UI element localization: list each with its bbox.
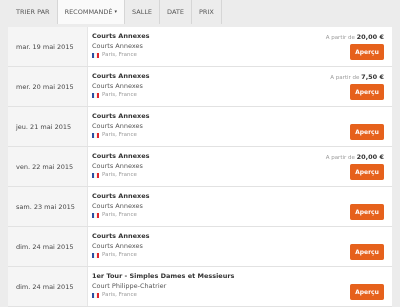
sort-label: TRIER PAR — [8, 0, 58, 24]
event-location: Paris, France — [92, 171, 392, 181]
flag-fr-icon — [92, 293, 99, 299]
flag-fr-icon — [92, 53, 99, 59]
sort-bar: TRIER PAR RECOMMANDÉ ▾ SALLE DATE PRIX — [8, 0, 392, 24]
flag-fr-icon — [92, 213, 99, 219]
event-location: Paris, France — [92, 91, 392, 101]
event-date: jeu. 21 mai 2015 — [8, 107, 88, 146]
event-location-text: Paris, France — [102, 52, 137, 58]
event-location-text: Paris, France — [102, 92, 137, 98]
list-item[interactable]: dim. 24 mai 2015 Courts Annexes Courts A… — [8, 227, 392, 267]
apercu-button[interactable]: Aperçu — [350, 164, 384, 180]
event-title[interactable]: Courts Annexes — [92, 232, 392, 242]
event-title[interactable]: Courts Annexes — [92, 112, 392, 122]
sort-salle[interactable]: SALLE — [125, 0, 161, 24]
list-item[interactable]: sam. 23 mai 2015 Courts Annexes Courts A… — [8, 187, 392, 227]
list-item[interactable]: ven. 22 mai 2015 Courts Annexes Courts A… — [8, 147, 392, 187]
list-item[interactable]: jeu. 21 mai 2015 Courts Annexes Courts A… — [8, 107, 392, 147]
price-prefix: A partir de — [325, 35, 355, 41]
event-date: sam. 23 mai 2015 — [8, 187, 88, 226]
event-venue: Courts Annexes — [92, 241, 143, 250]
event-location: Paris, France — [92, 51, 392, 61]
price-label: A partir de 7,50 € — [330, 73, 384, 81]
flag-fr-icon — [92, 93, 99, 99]
event-date: dim. 24 mai 2015 — [8, 227, 88, 266]
event-venue: Courts Annexes — [92, 81, 143, 90]
apercu-button[interactable]: Aperçu — [350, 284, 384, 300]
event-date: mar. 19 mai 2015 — [8, 27, 88, 66]
sort-prix[interactable]: PRIX — [191, 0, 222, 24]
event-location-text: Paris, France — [102, 292, 137, 298]
sort-date[interactable]: DATE — [160, 0, 192, 24]
event-venue: Courts Annexes — [92, 121, 143, 130]
event-info: 1er Tour - Simples Dames et Messieurs Co… — [88, 267, 392, 306]
apercu-button[interactable]: Aperçu — [350, 44, 384, 60]
list-item[interactable]: mer. 20 mai 2015 Courts Annexes Courts A… — [8, 67, 392, 107]
event-location-text: Paris, France — [102, 252, 137, 258]
price-value: 20,00 € — [356, 33, 384, 41]
price-prefix: A partir de — [330, 75, 360, 81]
apercu-button[interactable]: Aperçu — [350, 244, 384, 260]
apercu-button[interactable]: Aperçu — [350, 84, 384, 100]
flag-fr-icon — [92, 173, 99, 179]
list-item[interactable]: mar. 19 mai 2015 Courts Annexes Courts A… — [8, 27, 392, 67]
event-location: Paris, France — [92, 291, 392, 301]
event-info: Courts Annexes Courts Annexes Paris, Fra… — [88, 107, 392, 146]
event-list: mar. 19 mai 2015 Courts Annexes Courts A… — [8, 27, 392, 307]
price-value: 20,00 € — [356, 153, 384, 161]
chevron-down-icon: ▾ — [114, 9, 117, 15]
event-info: Courts Annexes Courts Annexes Paris, Fra… — [88, 187, 392, 226]
event-title[interactable]: 1er Tour - Simples Dames et Messieurs — [92, 272, 392, 282]
event-venue: Courts Annexes — [92, 41, 143, 50]
apercu-button[interactable]: Aperçu — [350, 204, 384, 220]
price-label: A partir de 20,00 € — [326, 33, 384, 41]
event-info: Courts Annexes Courts Annexes Paris, Fra… — [88, 227, 392, 266]
price-value: 7,50 € — [361, 73, 384, 81]
sort-recommande-label: RECOMMANDÉ — [64, 8, 113, 16]
event-venue: Courts Annexes — [92, 201, 143, 210]
event-venue: Court Philippe-Chatrier — [92, 281, 167, 290]
event-location: Paris, France — [92, 131, 392, 141]
list-item[interactable]: dim. 24 mai 2015 1er Tour - Simples Dame… — [8, 267, 392, 307]
event-date: ven. 22 mai 2015 — [8, 147, 88, 186]
event-venue: Courts Annexes — [92, 161, 143, 170]
event-location: Paris, France — [92, 211, 392, 221]
price-label: A partir de 20,00 € — [326, 153, 384, 161]
event-location-text: Paris, France — [102, 172, 137, 178]
event-location-text: Paris, France — [102, 212, 137, 218]
flag-fr-icon — [92, 133, 99, 139]
event-title[interactable]: Courts Annexes — [92, 192, 392, 202]
flag-fr-icon — [92, 253, 99, 259]
price-prefix: A partir de — [325, 155, 355, 161]
event-location-text: Paris, France — [102, 132, 137, 138]
event-date: mer. 20 mai 2015 — [8, 67, 88, 106]
event-location: Paris, France — [92, 251, 392, 261]
event-date: dim. 24 mai 2015 — [8, 267, 88, 306]
apercu-button[interactable]: Aperçu — [350, 124, 384, 140]
sort-recommande[interactable]: RECOMMANDÉ ▾ — [57, 0, 125, 24]
